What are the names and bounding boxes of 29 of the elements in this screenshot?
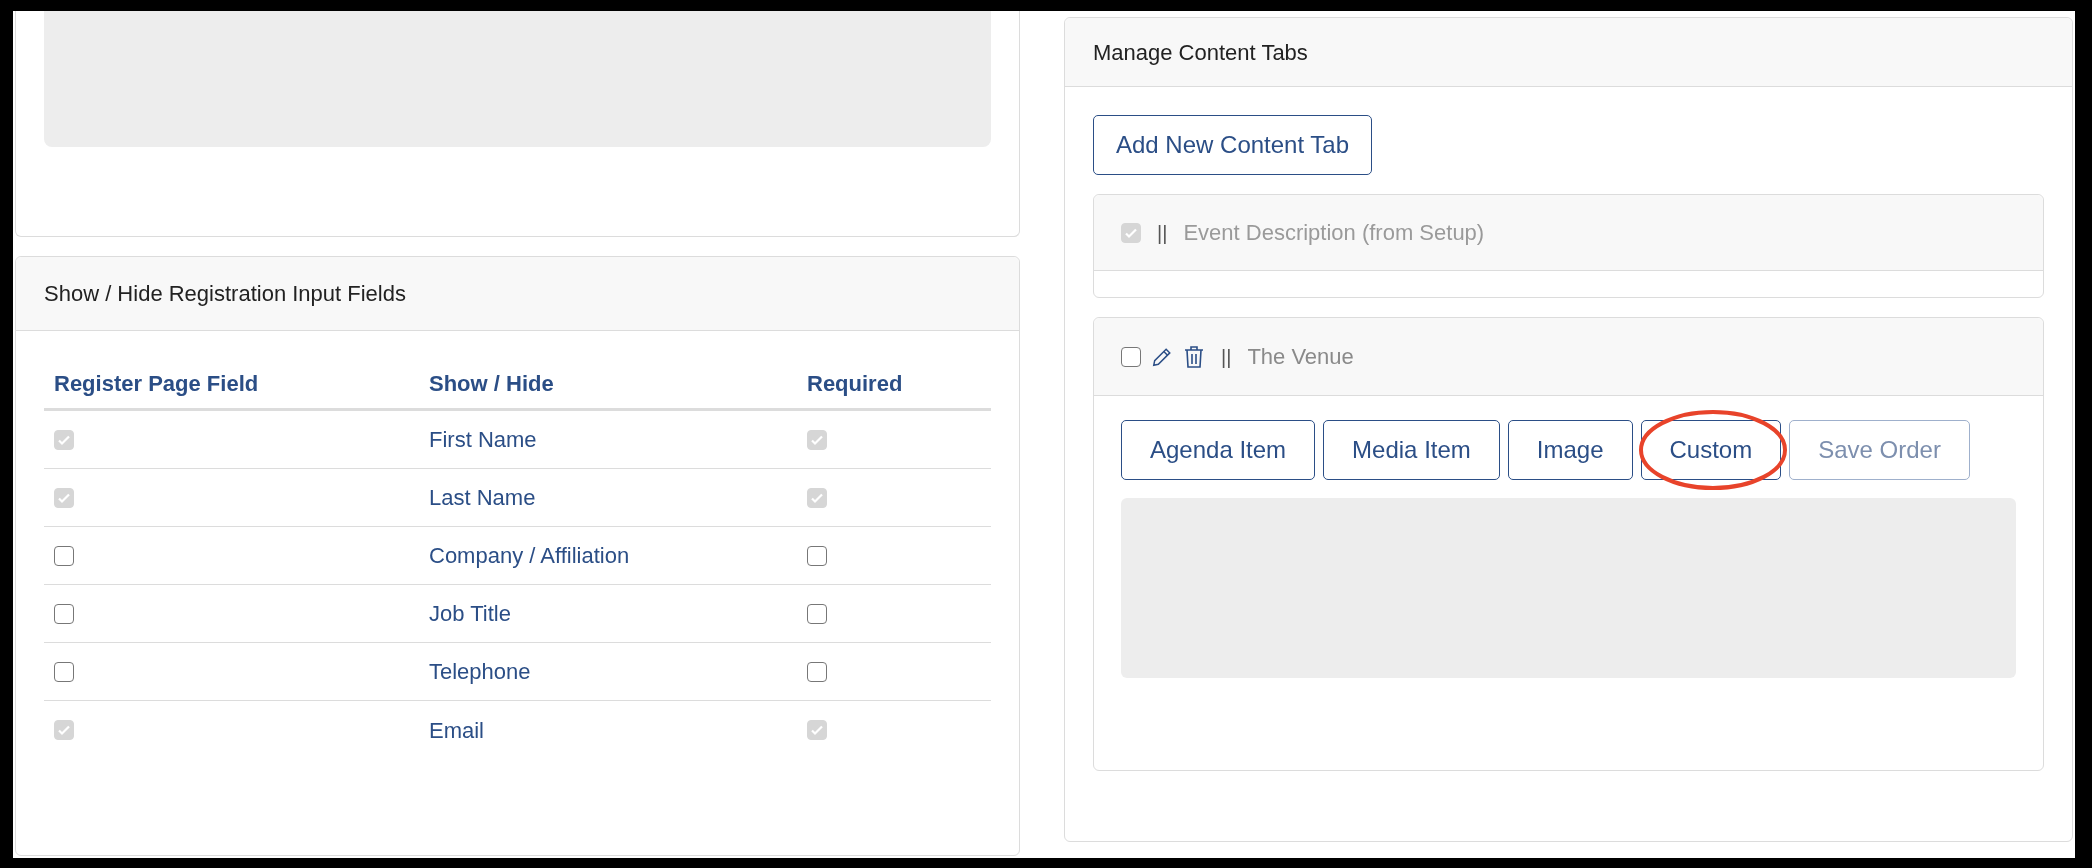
column-header: Register Page Field (53, 370, 260, 398)
field-name: Telephone (429, 658, 532, 686)
add-tab-button[interactable]: Add New Content Tab (1093, 115, 1373, 175)
panel-title: Manage Content Tabs (1093, 38, 1308, 67)
check-icon (810, 723, 824, 737)
add-item-button[interactable]: Custom (1640, 420, 1782, 480)
checkbox[interactable] (54, 603, 74, 624)
checkbox[interactable] (807, 545, 827, 566)
checkbox[interactable] (54, 545, 74, 566)
tab-title: The Venue (1247, 343, 1354, 371)
add-item-button[interactable]: Image (1507, 420, 1633, 480)
add-item-button[interactable]: Agenda Item (1121, 420, 1316, 480)
checkbox[interactable] (54, 661, 74, 682)
field-name: Job Title (429, 600, 512, 628)
column-header: Show / Hide (429, 370, 555, 398)
checkbox[interactable] (1121, 346, 1141, 367)
checkbox[interactable] (807, 603, 827, 624)
check-icon (57, 723, 71, 737)
tab-title: Event Description (from Setup) (1183, 219, 1485, 247)
field-name: Company / Affiliation (429, 542, 631, 570)
field-name: Last Name (429, 484, 537, 512)
field-name: First Name (429, 426, 538, 454)
add-item-button[interactable]: Media Item (1323, 420, 1500, 480)
column-header: Required (807, 370, 904, 398)
panel-title: Show / Hide Registration Input Fields (44, 280, 406, 308)
checkbox[interactable] (807, 661, 827, 682)
field-name: Email (429, 716, 485, 745)
drag-handle[interactable]: || (1215, 341, 1238, 372)
trash-icon[interactable] (1183, 344, 1205, 369)
